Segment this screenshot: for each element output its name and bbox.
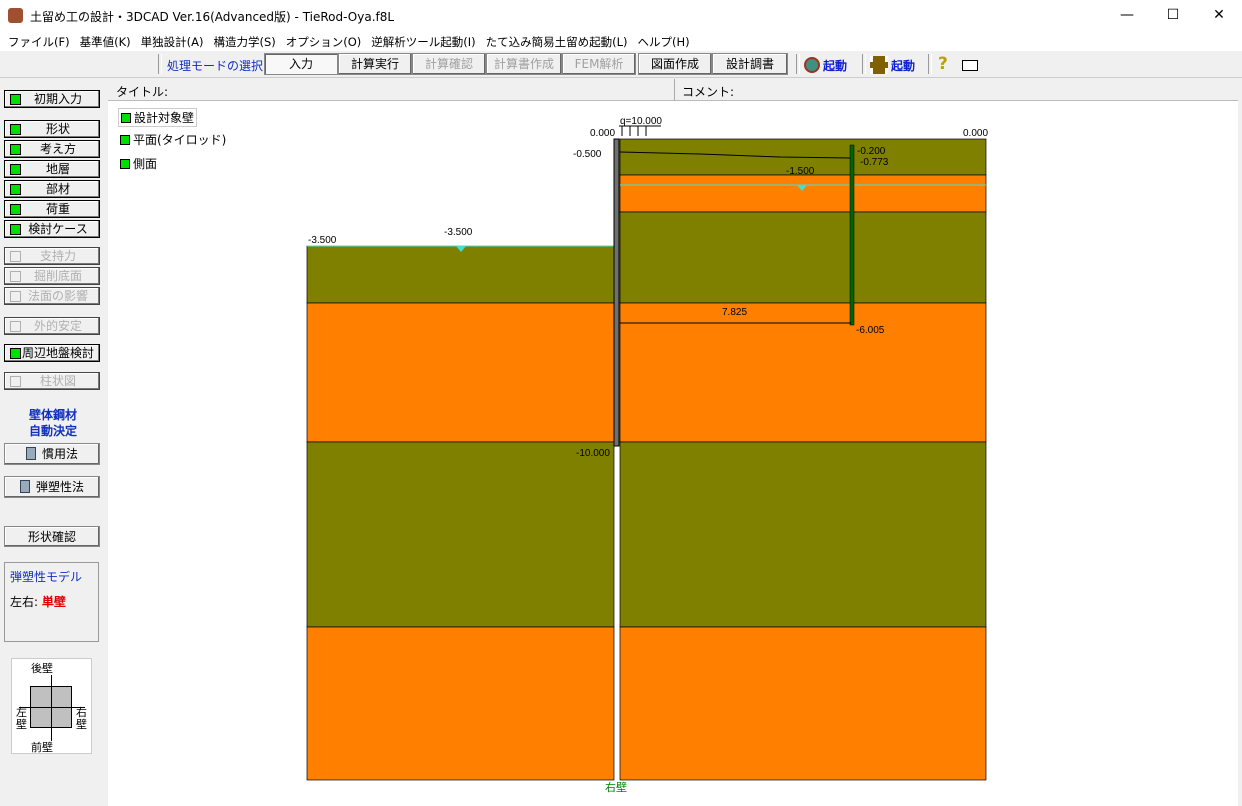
soil-layer [619,626,987,781]
anchor-bottom-level: -6.005 [856,325,885,336]
right-top-level: 0.000 [963,128,988,139]
water-level-right-label: -1.500 [786,166,815,177]
soil-layer [619,441,987,628]
load-arrows-icon [619,125,661,136]
left-ground-level: -3.500 [308,235,337,246]
retaining-wall [613,138,620,447]
rod-level: -0.500 [573,149,602,160]
wall-name-label: 右壁 [605,780,627,794]
left-top-level: 0.000 [590,128,615,139]
soil-layer [619,211,987,304]
water-level-left-label: -3.500 [444,227,473,238]
soil-layer [306,245,615,304]
soil-layer [619,302,987,443]
soil-layer [306,626,615,781]
wall-bottom-level: -10.000 [576,448,610,459]
anchor-wall [849,144,855,326]
anchor-top-level: -0.200 [857,146,886,157]
anchor-rod-level: -0.773 [860,157,889,168]
soil-layer [619,174,987,213]
rod-length-label: 7.825 [722,307,747,318]
soil-layer [306,302,615,443]
soil-layer [306,441,615,628]
section-drawing: q=10.000 0.000 0.000 -0.500 -0.200 -0.77… [306,116,988,794]
right-soil [619,138,987,781]
load-label: q=10.000 [620,116,662,127]
left-soil [306,245,615,781]
